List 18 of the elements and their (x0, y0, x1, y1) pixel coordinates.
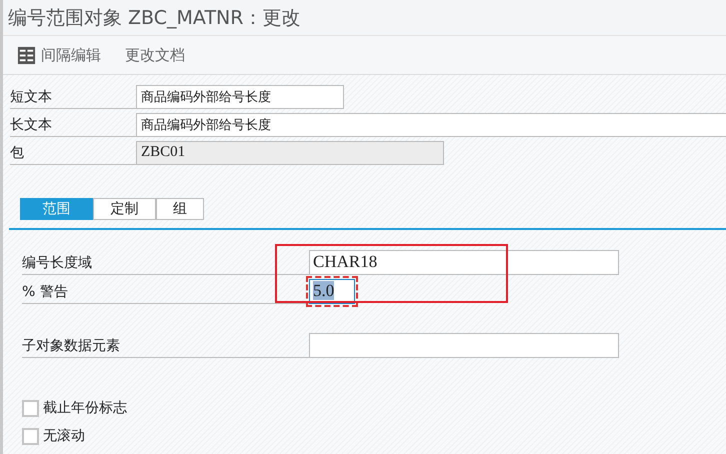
input-field[interactable] (309, 333, 619, 358)
tab[interactable]: 组 (156, 198, 204, 220)
input-field[interactable]: ZBC01 (136, 141, 444, 165)
grid-icon (17, 46, 36, 64)
checkbox[interactable] (22, 428, 39, 444)
checkbox-label: 截止年份标志 (43, 399, 127, 417)
input-field[interactable]: 5.0 (309, 279, 355, 304)
window-title: 编号范围对象 ZBC_MATNR：更改 (8, 6, 300, 30)
field-label: 子对象数据元素 (22, 333, 309, 358)
toolbar-button[interactable]: 更改文档 (125, 46, 185, 64)
tab[interactable]: 定制 (93, 198, 156, 220)
input-field[interactable]: CHAR18 (309, 250, 619, 275)
input-field[interactable]: 商品编码外部给号长度 (136, 85, 344, 109)
input-field[interactable]: 商品编码外部给号长度 (136, 113, 726, 137)
field-label: 编号长度域 (22, 250, 309, 275)
checkbox[interactable] (22, 400, 39, 416)
toolbar-button[interactable]: 间隔编辑 (17, 46, 101, 64)
checkbox-label: 无滚动 (43, 427, 85, 445)
